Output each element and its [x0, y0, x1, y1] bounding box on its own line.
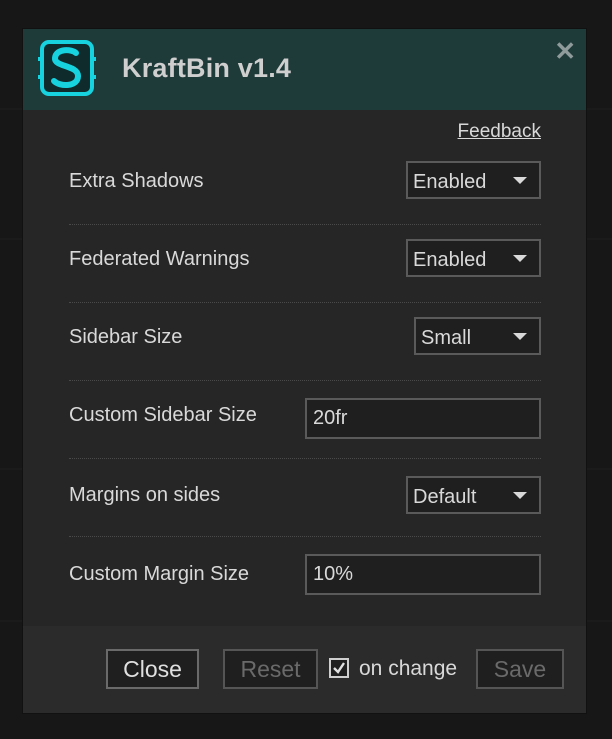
setting-row-federated-warnings: Federated Warnings Enabled	[69, 225, 541, 303]
custom-sidebar-size-label: Custom Sidebar Size	[69, 404, 257, 426]
sidebar-size-label: Sidebar Size	[69, 326, 183, 348]
checkmark-icon	[333, 662, 345, 674]
margins-on-sides-label: Margins on sides	[69, 484, 221, 506]
setting-row-custom-margin-size: Custom Margin Size	[69, 537, 541, 615]
setting-row-extra-shadows: Extra Shadows Enabled	[69, 147, 541, 225]
setting-row-sidebar-size: Sidebar Size Small	[69, 303, 541, 381]
chevron-down-icon	[513, 255, 527, 262]
chevron-down-icon	[513, 492, 527, 499]
feedback-link[interactable]: Feedback	[458, 121, 541, 143]
dialog-footer: Close Reset on change Save	[23, 626, 586, 713]
extra-shadows-value: Enabled	[413, 171, 487, 193]
chevron-down-icon	[513, 177, 527, 184]
federated-warnings-label: Federated Warnings	[69, 248, 250, 270]
setting-row-margins-on-sides: Margins on sides Default	[69, 459, 541, 537]
close-icon[interactable]: ✕	[554, 38, 576, 64]
custom-sidebar-size-input[interactable]	[305, 398, 541, 439]
extra-shadows-label: Extra Shadows	[69, 170, 204, 192]
close-button[interactable]: Close	[106, 649, 199, 689]
on-change-checkbox[interactable]	[329, 658, 349, 678]
setting-row-custom-sidebar-size: Custom Sidebar Size	[69, 381, 541, 459]
reset-button[interactable]: Reset	[223, 649, 318, 689]
margins-on-sides-select[interactable]: Default	[406, 476, 541, 514]
save-button[interactable]: Save	[476, 649, 564, 689]
margins-on-sides-value: Default	[413, 486, 477, 508]
extra-shadows-select[interactable]: Enabled	[406, 161, 541, 199]
on-change-label: on change	[359, 657, 458, 680]
custom-margin-size-input[interactable]	[305, 554, 541, 595]
settings-dialog: KraftBin v1.4 ✕ Feedback Extra Shadows E…	[23, 29, 586, 713]
custom-margin-size-label: Custom Margin Size	[69, 563, 250, 585]
sidebar-size-select[interactable]: Small	[414, 317, 541, 355]
federated-warnings-select[interactable]: Enabled	[406, 239, 541, 277]
federated-warnings-value: Enabled	[413, 249, 487, 271]
sidebar-size-value: Small	[421, 327, 472, 349]
chevron-down-icon	[513, 333, 527, 340]
dialog-titlebar: KraftBin v1.4 ✕	[23, 29, 586, 110]
dialog-title: KraftBin v1.4	[122, 53, 292, 83]
kraftbin-logo-icon	[38, 40, 96, 96]
